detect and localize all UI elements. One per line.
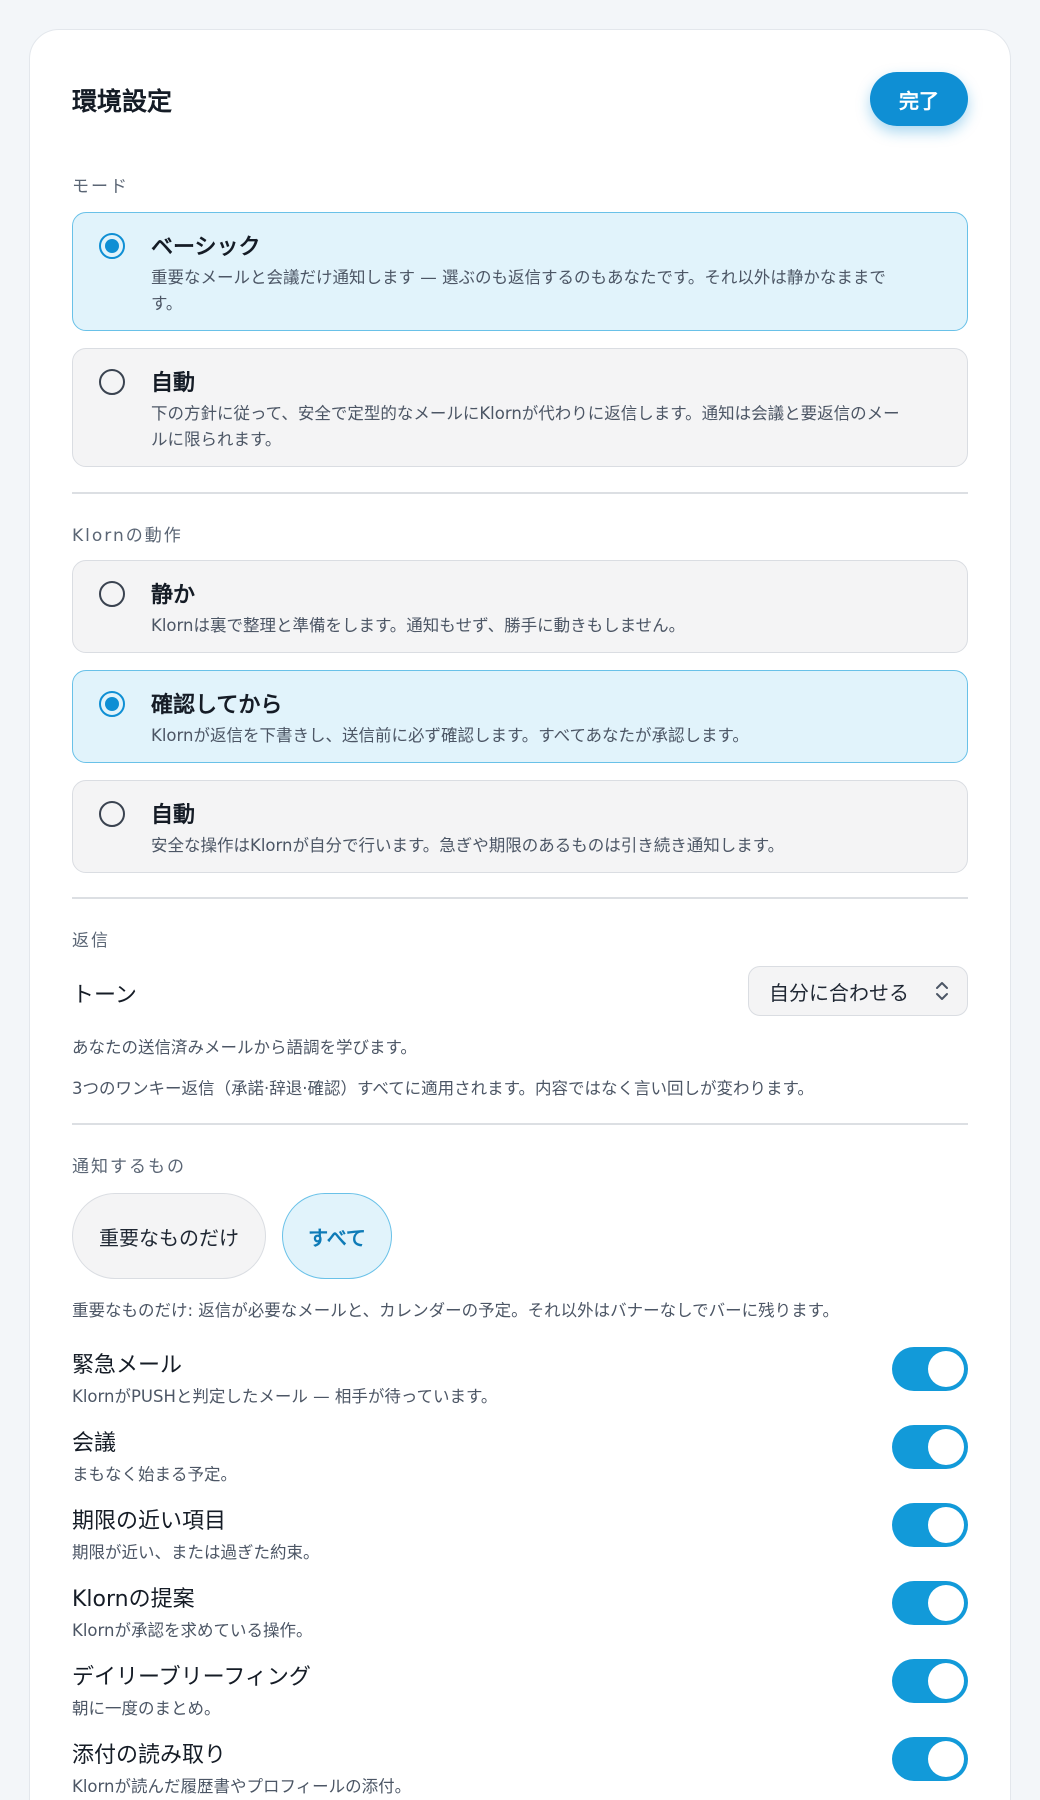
radio-selected-icon[interactable] [99,233,125,259]
toggle-desc: まもなく始まる予定。 [72,1465,237,1484]
behavior-section-label: Klornの動作 [72,526,183,546]
option-title: 自動 [151,803,196,828]
radio-icon[interactable] [99,801,125,827]
option-desc: 下の方針に従って、安全で定型的なメールにKlornが代わりに返信します。通知は会… [151,404,900,449]
toggle-knob [928,1429,964,1465]
divider [72,492,968,494]
toggle-knob [928,1663,964,1699]
toggle-knob [928,1351,964,1387]
radio-icon[interactable] [99,369,125,395]
mode-option-basic[interactable]: ベーシック 重要なメールと会議だけ通知します — 選ぶのも返信するのもあなたです… [72,212,968,331]
urgent-mail-toggle[interactable] [892,1347,968,1391]
attachments-toggle[interactable] [892,1737,968,1781]
divider [72,897,968,899]
suggestions-toggle[interactable] [892,1581,968,1625]
toggle-row-suggestions: Klornの提案 Klornが承認を求めている操作。 [72,1581,968,1645]
toggle-desc: 期限が近い、または過ぎた約束。 [72,1543,320,1562]
tone-note-1: あなたの送信済みメールから語調を学びます。 [72,1038,417,1057]
page-title: 環境設定 [72,87,173,116]
mode-section-label: モード [72,177,129,197]
behavior-option-quiet[interactable]: 静か Klornは裏で整理と準備をします。通知もせず、勝手に動きもしません。 [72,560,968,653]
done-button[interactable]: 完了 [870,72,968,126]
toggle-desc: Klornが承認を求めている操作。 [72,1621,313,1640]
meetings-toggle[interactable] [892,1425,968,1469]
toggle-title: Klornの提案 [72,1587,195,1612]
tone-select-value: 自分に合わせる [769,980,909,1005]
toggle-title: デイリーブリーフィング [72,1665,311,1690]
radio-icon[interactable] [99,581,125,607]
tone-note-2: 3つのワンキー返信（承諾·辞退·確認）すべてに適用されます。内容ではなく言い回し… [72,1079,814,1098]
option-desc: Klornは裏で整理と準備をします。通知もせず、勝手に動きもしません。 [151,616,686,635]
toggle-title: 添付の読み取り [72,1743,227,1768]
behavior-option-auto[interactable]: 自動 安全な操作はKlornが自分で行います。急ぎや期限のあるものは引き続き通知… [72,780,968,873]
toggle-knob [928,1741,964,1777]
option-title: 確認してから [151,693,283,718]
option-title: 静か [151,583,196,608]
toggle-desc: 朝に一度のまとめ。 [72,1699,221,1718]
option-desc: 重要なメールと会議だけ通知します — 選ぶのも返信するのもあなたです。それ以外は… [151,268,886,313]
notify-note: 重要なものだけ: 返信が必要なメールと、カレンダーの予定。それ以外はバナーなしで… [72,1301,839,1320]
divider [72,1123,968,1125]
tone-label: トーン [72,983,137,1008]
notify-section-label: 通知するもの [72,1157,186,1177]
header: 環境設定 完了 [72,72,968,128]
behavior-option-confirm[interactable]: 確認してから Klornが返信を下書きし、送信前に必ず確認します。すべてあなたが… [72,670,968,763]
notify-all-pill[interactable]: すべて [282,1193,392,1279]
reply-section-label: 返信 [72,931,110,951]
toggle-title: 緊急メール [72,1353,183,1378]
toggle-title: 期限の近い項目 [72,1509,227,1534]
option-desc: 安全な操作はKlornが自分で行います。急ぎや期限のあるものは引き続き通知します… [151,836,785,855]
deadlines-toggle[interactable] [892,1503,968,1547]
tone-select[interactable]: 自分に合わせる [748,966,968,1016]
option-title: 自動 [151,371,196,396]
toggle-row-deadlines: 期限の近い項目 期限が近い、または過ぎた約束。 [72,1503,968,1567]
daily-briefing-toggle[interactable] [892,1659,968,1703]
toggle-row-attachments: 添付の読み取り Klornが読んだ履歴書やプロフィールの添付。 [72,1737,968,1800]
mode-option-auto[interactable]: 自動 下の方針に従って、安全で定型的なメールにKlornが代わりに返信します。通… [72,348,968,467]
chevron-up-down-icon [936,982,948,1000]
toggle-desc: KlornがPUSHと判定したメール — 相手が待っています。 [72,1387,498,1406]
toggle-knob [928,1585,964,1621]
toggle-knob [928,1507,964,1543]
radio-selected-icon[interactable] [99,691,125,717]
option-title: ベーシック [151,235,261,260]
toggle-row-daily-briefing: デイリーブリーフィング 朝に一度のまとめ。 [72,1659,968,1723]
notify-important-only-pill[interactable]: 重要なものだけ [72,1193,266,1279]
option-desc: Klornが返信を下書きし、送信前に必ず確認します。すべてあなたが承認します。 [151,726,749,745]
toggle-row-urgent-mail: 緊急メール KlornがPUSHと判定したメール — 相手が待っています。 [72,1347,968,1411]
toggle-row-meetings: 会議 まもなく始まる予定。 [72,1425,968,1489]
toggle-desc: Klornが読んだ履歴書やプロフィールの添付。 [72,1777,412,1796]
toggle-title: 会議 [72,1431,117,1456]
